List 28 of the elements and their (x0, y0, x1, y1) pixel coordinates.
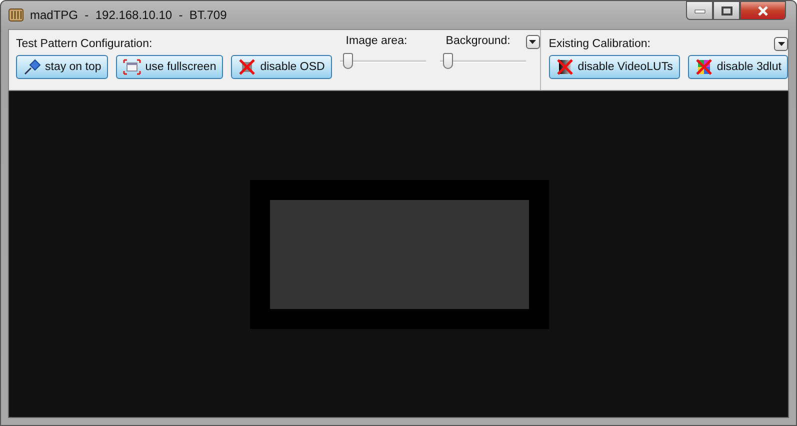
close-button[interactable] (740, 1, 786, 20)
crossed-gradient-icon (556, 59, 574, 75)
section-label: Test Pattern Configuration: (16, 38, 152, 50)
section-label: Existing Calibration: (548, 38, 650, 50)
toggle-button[interactable]: use fullscreen (116, 55, 224, 79)
slider[interactable] (440, 54, 526, 68)
toggle-button[interactable]: disable VideoLUTs (548, 55, 680, 79)
slider[interactable] (340, 54, 426, 68)
close-icon (756, 6, 770, 16)
fullscreen-icon (123, 59, 142, 75)
dropdown-button[interactable] (774, 36, 788, 50)
dropdown-button[interactable] (526, 35, 540, 49)
maximize-button[interactable] (713, 1, 740, 20)
caret-icon (529, 40, 536, 44)
window-title: madTPG - 192.168.10.10 - BT.709 (30, 8, 227, 22)
toggle-button[interactable]: disable 3dlut (688, 55, 788, 79)
maximize-icon (720, 6, 732, 16)
slider-label: Image area: (344, 35, 408, 47)
minimize-icon (694, 8, 706, 14)
caret-icon (778, 42, 785, 46)
toggle-button[interactable]: stay on top (16, 55, 108, 79)
slider-label: Background: (444, 35, 512, 47)
minimize-button[interactable] (686, 1, 713, 20)
crossed-colors-icon (694, 59, 713, 75)
pin-icon (23, 59, 41, 75)
crossed-screen-icon (238, 59, 256, 75)
app-icon (8, 8, 24, 22)
toggle-button[interactable]: disable OSD (231, 55, 332, 79)
